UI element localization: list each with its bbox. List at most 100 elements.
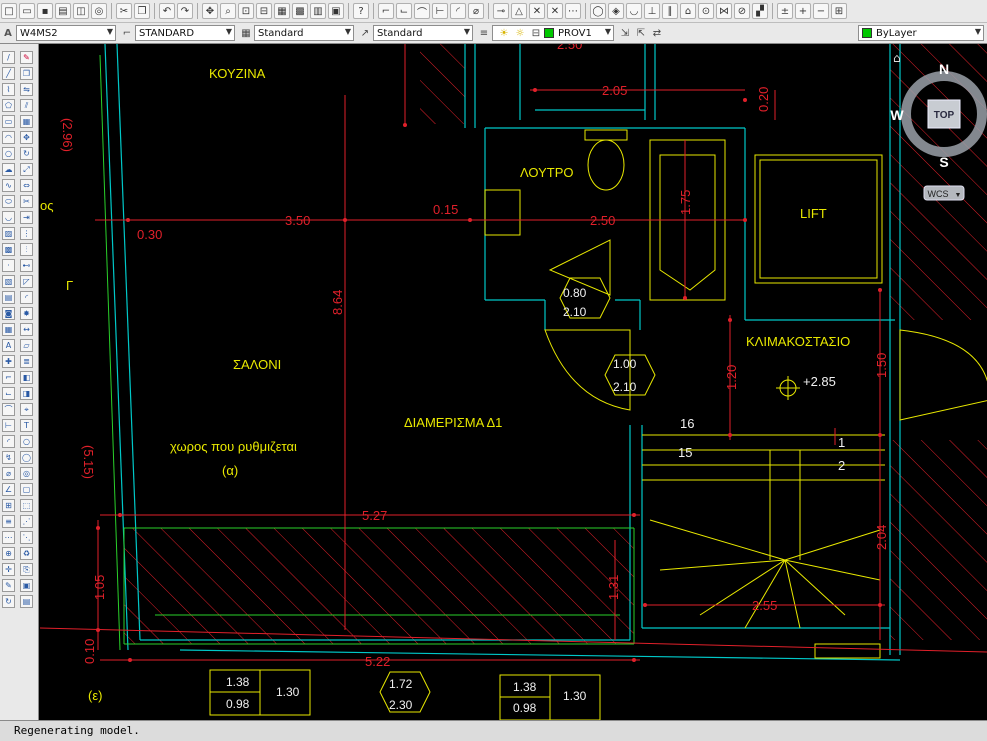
compass-south[interactable]: S bbox=[939, 154, 948, 170]
measure-icon[interactable]: ⋱ bbox=[20, 531, 33, 544]
dim-style-select[interactable]: STANDARD ▼ bbox=[135, 25, 235, 41]
osnap-settings-icon[interactable]: ▞ bbox=[752, 3, 768, 19]
dist-icon[interactable]: ↔ bbox=[20, 323, 33, 336]
layer-iso-icon[interactable]: ◧ bbox=[20, 371, 33, 384]
hatch-icon[interactable]: ▧ bbox=[2, 275, 15, 288]
trim-icon[interactable]: ✂ bbox=[20, 195, 33, 208]
dim-aligned-left-icon[interactable]: ⌙ bbox=[2, 387, 15, 400]
construction-line-icon[interactable]: ╱ bbox=[2, 67, 15, 80]
dim-ordinate-icon[interactable]: ⊢ bbox=[432, 3, 448, 19]
dim-baseline-left-icon[interactable]: ≡ bbox=[2, 515, 15, 528]
ellipse-arc-icon[interactable]: ◡ bbox=[2, 211, 15, 224]
match-prop-icon[interactable]: ⌖ bbox=[20, 403, 33, 416]
zoom-window-icon[interactable]: ⊡ bbox=[238, 3, 254, 19]
chamfer-icon[interactable]: ◸ bbox=[20, 275, 33, 288]
color-select[interactable]: ByLayer ▼ bbox=[858, 25, 984, 41]
offset-icon[interactable]: ⫽ bbox=[20, 99, 33, 112]
dim-diameter-icon[interactable]: ⌀ bbox=[468, 3, 484, 19]
mtext-icon[interactable]: A bbox=[2, 339, 15, 352]
polyline-icon[interactable]: ⌇ bbox=[2, 83, 15, 96]
erase-icon[interactable]: ✎ bbox=[20, 51, 33, 64]
calculator-icon[interactable]: ▣ bbox=[328, 3, 344, 19]
stretch-icon[interactable]: ⇔ bbox=[20, 179, 33, 192]
dim-linear-left-icon[interactable]: ⌐ bbox=[2, 371, 15, 384]
osnap-node-icon[interactable]: ⊙ bbox=[698, 3, 714, 19]
list-icon[interactable]: ≣ bbox=[20, 355, 33, 368]
help-icon[interactable]: ? bbox=[353, 3, 369, 19]
table-style-select[interactable]: Standard ▼ bbox=[254, 25, 354, 41]
wipeout-icon[interactable]: ▢ bbox=[20, 483, 33, 496]
compass-north[interactable]: N bbox=[939, 61, 949, 77]
drawing-canvas[interactable]: ΚΟΥΖΙΝΑ ΛΟΥΤΡΟ LIFT ΚΛΙΜΑΚΟΣΤΑΣΙΟ ΣΑΛΟΝΙ… bbox=[39, 44, 987, 720]
break-icon[interactable]: ⫶ bbox=[20, 243, 33, 256]
mirror-icon[interactable]: ⇋ bbox=[20, 83, 33, 96]
revcloud-icon[interactable]: ☁ bbox=[2, 163, 15, 176]
rectangle-icon[interactable]: ▭ bbox=[2, 115, 15, 128]
osnap-apparent-icon[interactable]: ✕ bbox=[547, 3, 563, 19]
zoom-icon[interactable]: ⌕ bbox=[220, 3, 236, 19]
text-edit-icon[interactable]: T bbox=[20, 419, 33, 432]
plot-icon[interactable]: ▤ bbox=[55, 3, 71, 19]
osnap-none-icon[interactable]: ⊘ bbox=[734, 3, 750, 19]
dim-arc-left-icon[interactable]: ⌒ bbox=[2, 403, 15, 416]
osnap-intersection-icon[interactable]: ✕ bbox=[529, 3, 545, 19]
center-mark-left-icon[interactable]: ✛ bbox=[2, 563, 15, 576]
copy-icon[interactable]: ❐ bbox=[134, 3, 150, 19]
properties-icon[interactable]: ▦ bbox=[274, 3, 290, 19]
compass-west[interactable]: W bbox=[890, 107, 904, 123]
dim-edit-left-icon[interactable]: ✎ bbox=[2, 579, 15, 592]
circle2-icon[interactable]: ○ bbox=[20, 435, 33, 448]
zoom-previous-icon[interactable]: ⊟ bbox=[256, 3, 272, 19]
open-icon[interactable]: ▭ bbox=[19, 3, 35, 19]
dim-radius-left-icon[interactable]: ◜ bbox=[2, 435, 15, 448]
dim-continue-left-icon[interactable]: ⋯ bbox=[2, 531, 15, 544]
layer-off-icon[interactable]: ◨ bbox=[20, 387, 33, 400]
pan-icon[interactable]: ✥ bbox=[202, 3, 218, 19]
purge-icon[interactable]: ♻ bbox=[20, 547, 33, 560]
new-icon[interactable]: □ bbox=[1, 3, 17, 19]
dim-jogged-left-icon[interactable]: ↯ bbox=[2, 451, 15, 464]
arc-icon[interactable]: ◠ bbox=[2, 131, 15, 144]
tolerance-left-icon[interactable]: ⊕ bbox=[2, 547, 15, 560]
scale-icon[interactable]: ⤢ bbox=[20, 163, 33, 176]
layer-previous-icon[interactable]: ⇱ bbox=[634, 26, 648, 40]
boundary-icon[interactable]: ⬚ bbox=[20, 499, 33, 512]
publish-icon[interactable]: ◎ bbox=[91, 3, 107, 19]
osnap-endpoint-icon[interactable]: ⊸ bbox=[493, 3, 509, 19]
dim-radius-icon[interactable]: ◜ bbox=[450, 3, 466, 19]
osnap-insert-icon[interactable]: ⌂ bbox=[680, 3, 696, 19]
line-icon[interactable]: / bbox=[2, 51, 15, 64]
zoom-realtime-icon[interactable]: ± bbox=[777, 3, 793, 19]
explode-icon[interactable]: ✸ bbox=[20, 307, 33, 320]
table-icon[interactable]: ▦ bbox=[2, 323, 15, 336]
tool-palettes-icon[interactable]: ▥ bbox=[310, 3, 326, 19]
insert-block-icon[interactable]: ▨ bbox=[2, 227, 15, 240]
ellipse-icon[interactable]: ⬭ bbox=[2, 195, 15, 208]
undo-icon[interactable]: ↶ bbox=[159, 3, 175, 19]
mleader-style-select[interactable]: Standard ▼ bbox=[373, 25, 473, 41]
dim-arc-icon[interactable]: ⌒ bbox=[414, 3, 430, 19]
area-icon[interactable]: ▱ bbox=[20, 339, 33, 352]
layer-properties-icon[interactable]: ≡ bbox=[477, 26, 491, 40]
osnap-extension-icon[interactable]: ⋯ bbox=[565, 3, 581, 19]
break-point-icon[interactable]: ⋮ bbox=[20, 227, 33, 240]
image-icon[interactable]: ▣ bbox=[20, 579, 33, 592]
layout-icon[interactable]: ▤ bbox=[20, 595, 33, 608]
dim-aligned-icon[interactable]: ⌙ bbox=[396, 3, 412, 19]
osnap-parallel-icon[interactable]: ∥ bbox=[662, 3, 678, 19]
redo-icon[interactable]: ↷ bbox=[177, 3, 193, 19]
dim-ordinate-left-icon[interactable]: ⊢ bbox=[2, 419, 15, 432]
dim-linear-icon[interactable]: ⌐ bbox=[378, 3, 394, 19]
dim-angular-left-icon[interactable]: ∠ bbox=[2, 483, 15, 496]
add-selected-icon[interactable]: ✚ bbox=[2, 355, 15, 368]
osnap-quadrant-icon[interactable]: ◈ bbox=[608, 3, 624, 19]
join-icon[interactable]: ⊷ bbox=[20, 259, 33, 272]
design-center-icon[interactable]: ▩ bbox=[292, 3, 308, 19]
home-icon[interactable]: ⌂ bbox=[893, 51, 901, 65]
rotate-icon[interactable]: ↻ bbox=[20, 147, 33, 160]
zoom-all-icon[interactable]: ⊞ bbox=[831, 3, 847, 19]
fillet-icon[interactable]: ◜ bbox=[20, 291, 33, 304]
layer-states-icon[interactable]: ⇄ bbox=[650, 26, 664, 40]
spline-icon[interactable]: ∿ bbox=[2, 179, 15, 192]
dim-update-left-icon[interactable]: ↻ bbox=[2, 595, 15, 608]
